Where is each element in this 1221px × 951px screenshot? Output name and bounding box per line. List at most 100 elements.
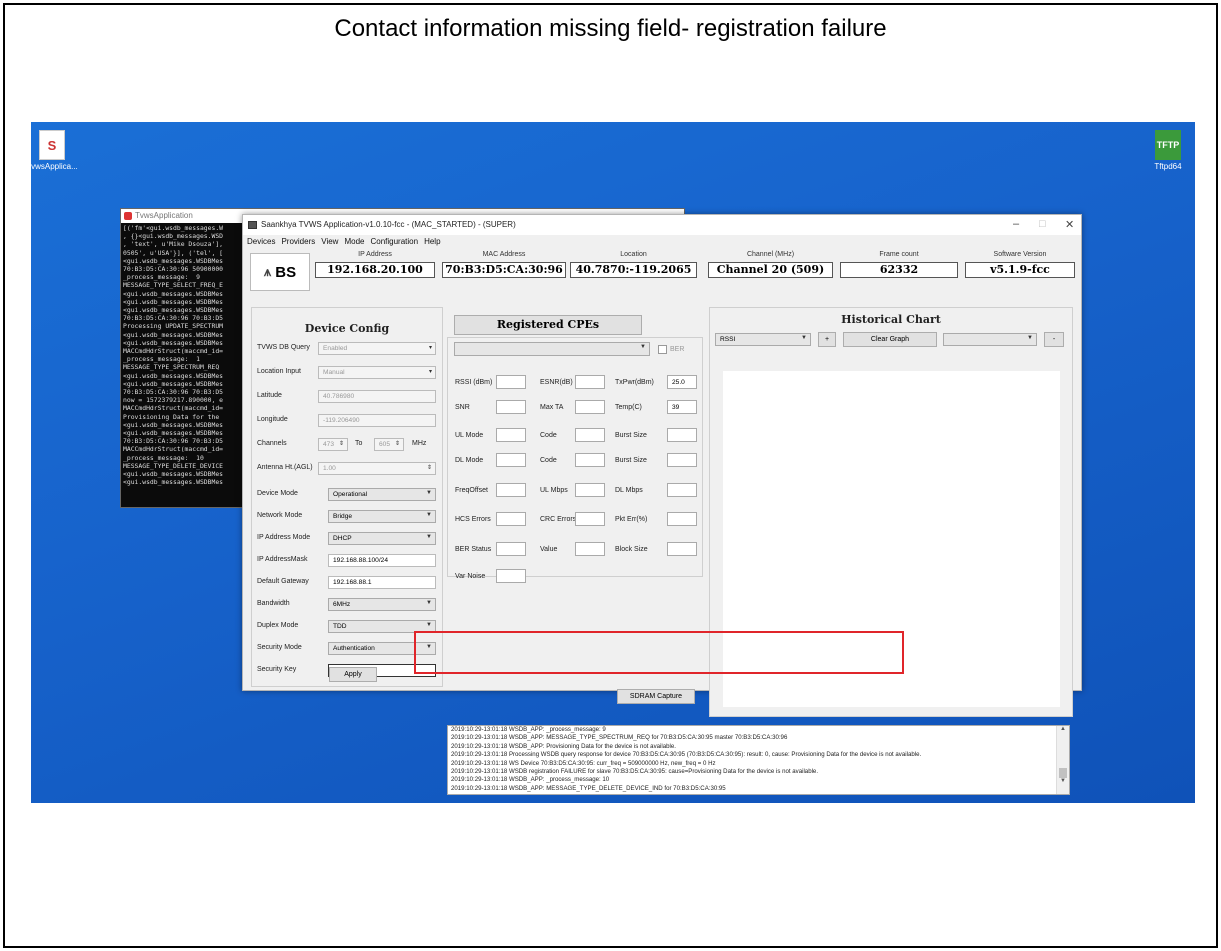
console-line: Provisioning Data for the: [123, 412, 220, 421]
bs-logo: ⩚ BS: [250, 253, 310, 291]
txpwr-value: 25.0: [667, 375, 697, 389]
remove-series-button[interactable]: -: [1044, 332, 1064, 347]
cpe-select[interactable]: ▼: [454, 342, 650, 356]
menu-view[interactable]: View: [321, 237, 338, 250]
device-mode-select[interactable]: Operational ▼: [328, 488, 436, 501]
channel-label: Channel (MHz): [746, 251, 795, 258]
console-line: MACCmdHdrStruct(maccmd_id=: [123, 347, 224, 356]
antenna-icon: ⩚: [263, 264, 272, 279]
channel-to-spinbox[interactable]: 605 ⇕: [374, 438, 404, 451]
antenna-height-spinbox[interactable]: 1.00 ⇕: [318, 462, 436, 475]
tvws-app-window[interactable]: Saankhya TVWS Application-v1.0.10-fcc - …: [242, 214, 1082, 795]
log-line: 2019:10:29-13:01:18 WSDB registration FA…: [451, 768, 819, 776]
console-line: 70:B3:D5:CA:30:96 70:B3:D5: [123, 314, 224, 323]
desktop-icon-label: TvwsApplica...: [31, 162, 78, 171]
default-gateway-input[interactable]: 192.168.88.1: [328, 576, 436, 589]
console-line: now = 1572379217.890000, e: [123, 396, 224, 405]
ip-address-value: 192.168.20.100: [315, 262, 435, 278]
slide-title: Contact information missing field- regis…: [334, 15, 887, 42]
frame-count-label: Frame count: [879, 251, 919, 258]
location-input-select[interactable]: Manual ▾: [318, 366, 436, 379]
clear-graph-button[interactable]: Clear Graph: [843, 332, 937, 347]
console-line: MACCmdHdrStruct(maccmd_id=: [123, 404, 224, 413]
temp-value: 39: [667, 400, 697, 414]
scroll-thumb[interactable]: [1059, 768, 1067, 778]
log-output: 2019:10:29-13:01:18 WSDB_APP: _process_m…: [447, 725, 1070, 795]
antenna-height-label: Antenna Ht.(AGL): [257, 464, 313, 471]
app-window-title: Saankhya TVWS Application-v1.0.10-fcc - …: [261, 220, 516, 229]
scroll-down-icon[interactable]: ▼: [1057, 778, 1069, 784]
bandwidth-select[interactable]: 6MHz ▼: [328, 598, 436, 611]
app-icon: S: [39, 130, 65, 160]
max-ta-value: [575, 400, 605, 414]
console-line: [('fm'<gui.wsdb_messages.W: [123, 224, 224, 232]
ber-checkbox[interactable]: [658, 345, 667, 354]
snr-label: SNR: [455, 404, 470, 411]
spinner-icon: ⇕: [426, 465, 432, 471]
log-line: 2019:10:29-13:01:18 WSDB_APP: MESSAGE_TY…: [451, 784, 726, 792]
latitude-input[interactable]: 40.786980: [318, 390, 436, 403]
close-button[interactable]: ✕: [1065, 218, 1074, 231]
menu-configuration[interactable]: Configuration: [370, 237, 418, 250]
log-scrollbar[interactable]: ▲ ▼: [1056, 726, 1069, 794]
maximize-button[interactable]: □: [1039, 218, 1046, 230]
ul-burst-value: [667, 428, 697, 442]
ber-checkbox-label: BER: [670, 346, 685, 353]
log-line: 2019:10:29-13:01:18 WSDB_APP: _process_m…: [451, 776, 610, 784]
console-line: , {}<gui.wsdb_messages.WSD: [123, 232, 224, 241]
add-series-button[interactable]: +: [818, 332, 836, 347]
console-line: <gui.wsdb_messages.WSDBMes: [123, 379, 224, 388]
chevron-down-icon: ▼: [640, 344, 646, 350]
menu-help[interactable]: Help: [424, 237, 440, 250]
ul-code-value: [575, 428, 605, 442]
channel-from-spinbox[interactable]: 473 ⇕: [318, 438, 348, 451]
default-gateway-label: Default Gateway: [257, 578, 309, 585]
ip-address-mask-input[interactable]: 192.168.88.100/24: [328, 554, 436, 567]
ip-address-mode-label: IP Address Mode: [257, 534, 311, 541]
freq-offset-label: FreqOffset: [455, 487, 488, 494]
ip-address-mode-select[interactable]: DHCP ▼: [328, 532, 436, 545]
log-line: 2019:10:29-13:01:18 WSDB_APP: _process_m…: [451, 726, 606, 733]
chart-series-select[interactable]: ▼: [943, 333, 1037, 346]
menu-devices[interactable]: Devices: [247, 237, 275, 250]
hcs-errors-value: [496, 512, 526, 526]
var-noise-value: [496, 569, 526, 583]
dl-mode-label: DL Mode: [455, 457, 484, 464]
security-key-label: Security Key: [257, 666, 297, 673]
menu-bar: Devices Providers View Mode Configuratio…: [243, 235, 1081, 250]
menu-providers[interactable]: Providers: [281, 237, 315, 250]
txpwr-label: TxPwr(dBm): [615, 379, 654, 386]
registered-cpes-button[interactable]: Registered CPEs: [454, 315, 642, 335]
latitude-label: Latitude: [257, 392, 282, 399]
console-line: MESSAGE_TYPE_SPECTRUM_REQ: [123, 363, 220, 372]
sdram-capture-button[interactable]: SDRAM Capture: [617, 689, 695, 704]
desktop-icon-label: Tftpd64: [1154, 162, 1182, 171]
tvws-db-query-select[interactable]: Enabled ▾: [318, 342, 436, 355]
mac-address-value: 70:B3:D5:CA:30:96: [442, 262, 566, 278]
block-size-value: [667, 542, 697, 556]
console-line: 0505', u'USA'}], ('tel', [: [123, 248, 224, 257]
menu-mode[interactable]: Mode: [344, 237, 364, 250]
chart-metric-select[interactable]: RSSI ▼: [715, 333, 811, 346]
error-highlight-box: [414, 631, 904, 674]
desktop-icon-tftpd[interactable]: TFTP Tftpd64: [1138, 130, 1195, 171]
software-version-value: v5.1.9-fcc: [965, 262, 1075, 278]
dl-code-value: [575, 453, 605, 467]
crc-errors-label: CRC Errors: [540, 516, 577, 523]
max-ta-label: Max TA: [540, 404, 564, 411]
console-title: TvwsApplication: [135, 211, 193, 220]
scroll-up-icon[interactable]: ▲: [1057, 726, 1069, 732]
console-line: _process_message: 9: [123, 273, 200, 282]
console-line: <gui.wsdb_messages.WSDBMes: [123, 429, 224, 438]
chevron-down-icon: ▼: [426, 622, 432, 628]
ul-mbps-value: [575, 483, 605, 497]
app-titlebar[interactable]: Saankhya TVWS Application-v1.0.10-fcc - …: [243, 215, 1081, 235]
log-line: 2019:10:29-13:01:18 WSDB_APP: MESSAGE_TY…: [451, 734, 788, 742]
console-line: <gui.wsdb_messages.WSDBMes: [123, 330, 224, 339]
apply-button[interactable]: Apply: [329, 667, 377, 682]
longitude-input[interactable]: -119.206490: [318, 414, 436, 427]
desktop-icon-tvws[interactable]: S TvwsApplica...: [31, 130, 82, 171]
network-mode-select[interactable]: Bridge ▼: [328, 510, 436, 523]
minimize-button[interactable]: –: [1013, 218, 1019, 230]
chevron-down-icon: ▾: [428, 369, 432, 375]
